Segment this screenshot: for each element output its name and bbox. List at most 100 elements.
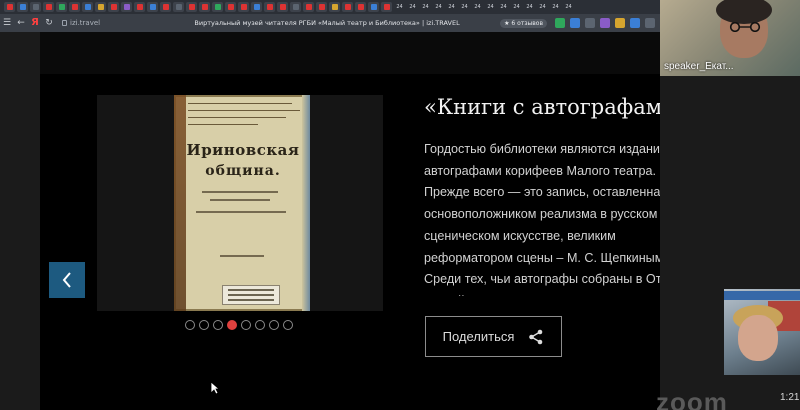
browser-tab[interactable]: [108, 2, 119, 12]
book-publisher-line: [220, 255, 264, 257]
browser-tab[interactable]: [134, 2, 145, 12]
browser-tab[interactable]: [186, 2, 197, 12]
tab-counter[interactable]: 24: [485, 4, 496, 10]
tab-counter[interactable]: 24: [407, 4, 418, 10]
favicon-icon: [19, 4, 26, 10]
browser-tab[interactable]: [329, 2, 340, 12]
browser-tab[interactable]: [277, 2, 288, 12]
browser-tab[interactable]: [342, 2, 353, 12]
browser-tab[interactable]: [43, 2, 54, 12]
autograph-line: [188, 110, 300, 111]
carousel-dot-active[interactable]: [227, 320, 237, 330]
book-stain: [174, 95, 186, 311]
tab-counter[interactable]: 24: [498, 4, 509, 10]
favicon-icon: [188, 4, 195, 10]
speaker-name-label: speaker_Екат...: [664, 61, 734, 72]
book-edge: [302, 95, 310, 311]
browser-tab[interactable]: [56, 2, 67, 12]
browser-tab[interactable]: [381, 2, 392, 12]
browser-tab[interactable]: [82, 2, 93, 12]
tab-counter[interactable]: 24: [537, 4, 548, 10]
favicon-icon: [383, 4, 390, 10]
carousel-dot[interactable]: [255, 320, 265, 330]
download-icon[interactable]: [630, 18, 640, 28]
background-sign: [724, 291, 800, 300]
favicon-icon: [344, 4, 351, 10]
extension-icon[interactable]: [600, 18, 610, 28]
browser-tab[interactable]: [160, 2, 171, 12]
url-field[interactable]: izi.travel: [62, 17, 154, 30]
tab-counter[interactable]: 24: [550, 4, 561, 10]
browser-tab[interactable]: [4, 2, 15, 12]
book-subtitle-line: [202, 191, 278, 193]
browser-tab[interactable]: [238, 2, 249, 12]
browser-tab[interactable]: [95, 2, 106, 12]
browser-tab[interactable]: [290, 2, 301, 12]
browser-tab[interactable]: [69, 2, 80, 12]
carousel-dot[interactable]: [283, 320, 293, 330]
favicon-icon: [240, 4, 247, 10]
tab-counter[interactable]: 24: [420, 4, 431, 10]
browser-tab[interactable]: [303, 2, 314, 12]
browser-tab[interactable]: [355, 2, 366, 12]
carousel-dot[interactable]: [199, 320, 209, 330]
browser-tab[interactable]: [30, 2, 41, 12]
favicon-icon: [136, 4, 143, 10]
menu-icon[interactable]: ☰: [0, 16, 14, 30]
participant-face: [738, 315, 778, 361]
favicon-icon: [45, 4, 52, 10]
favicon-icon: [97, 4, 104, 10]
library-stamp: [222, 285, 280, 305]
tab-counter[interactable]: 24: [524, 4, 535, 10]
participant-video[interactable]: [724, 289, 800, 375]
browser-tab[interactable]: [17, 2, 28, 12]
extension-icon[interactable]: [585, 18, 595, 28]
screen: 24 24 24 24 24 24 24 24 24 24 24 24 24 24 ☰ ← Я ↻ izi…: [0, 0, 800, 410]
tab-counter[interactable]: 24: [446, 4, 457, 10]
browser-tab[interactable]: [225, 2, 236, 12]
extension-icon[interactable]: [555, 18, 565, 28]
chevron-left-icon: [62, 272, 71, 288]
favicon-icon: [32, 4, 39, 10]
favicon-icon: [149, 4, 156, 10]
browser-tab[interactable]: [251, 2, 262, 12]
bookmark-icon[interactable]: [570, 18, 580, 28]
yandex-logo[interactable]: Я: [28, 16, 42, 30]
browser-tab[interactable]: [121, 2, 132, 12]
tab-counter[interactable]: 24: [472, 4, 483, 10]
profile-icon[interactable]: [645, 18, 655, 28]
browser-tab[interactable]: [316, 2, 327, 12]
carousel-dot[interactable]: [269, 320, 279, 330]
browser-tab[interactable]: [368, 2, 379, 12]
carousel-dot[interactable]: [241, 320, 251, 330]
book-title-line2: община.: [205, 163, 281, 179]
tab-counter[interactable]: 24: [563, 4, 574, 10]
carousel-dot[interactable]: [185, 320, 195, 330]
favicon-icon: [305, 4, 312, 10]
tab-counter[interactable]: 24: [433, 4, 444, 10]
autograph-line: [188, 103, 292, 104]
browser-tab[interactable]: [147, 2, 158, 12]
favicon-icon: [279, 4, 286, 10]
browser-tab[interactable]: [212, 2, 223, 12]
carousel-dot[interactable]: [213, 320, 223, 330]
share-button[interactable]: Поделиться: [425, 316, 562, 357]
favicon-icon: [6, 4, 13, 10]
extension-icon[interactable]: [615, 18, 625, 28]
favicon-icon: [227, 4, 234, 10]
reload-icon[interactable]: ↻: [42, 16, 56, 30]
browser-tab[interactable]: [264, 2, 275, 12]
prev-button[interactable]: [49, 262, 85, 298]
back-icon[interactable]: ←: [14, 16, 28, 30]
tab-counter[interactable]: 24: [459, 4, 470, 10]
book-title-line1: Ириновская: [186, 141, 300, 159]
favicon-icon: [318, 4, 325, 10]
browser-tab[interactable]: [199, 2, 210, 12]
glasses-icon: [729, 22, 761, 32]
favicon-icon: [162, 4, 169, 10]
browser-tab[interactable]: [173, 2, 184, 12]
page-left-edge: [0, 32, 40, 410]
reviews-badge[interactable]: ★ 6 отзывов: [500, 18, 547, 28]
tab-counter[interactable]: 24: [511, 4, 522, 10]
tab-counter[interactable]: 24: [394, 4, 405, 10]
